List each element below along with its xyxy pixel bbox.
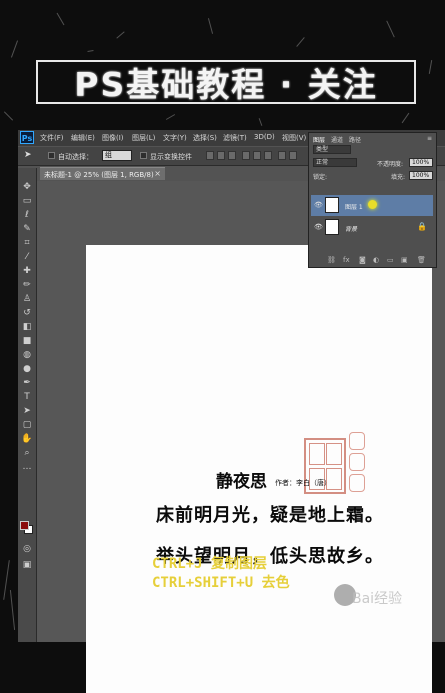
tutorial-banner-title: PS基础教程 · 关注 [36, 60, 416, 104]
auto-select-label: 自动选择： [58, 153, 93, 161]
healing-tool-icon[interactable]: ✚ [21, 266, 33, 276]
eye-icon[interactable]: 👁 [314, 201, 323, 209]
distribute-icon-2[interactable] [289, 151, 297, 160]
poem-line-1: 床前明月光，疑是地上霜。 [156, 505, 384, 526]
photoshop-logo-icon: Ps [20, 131, 34, 144]
layer-thumbnail [325, 219, 339, 235]
seal-stamp-image-2 [349, 432, 367, 494]
menu-type[interactable]: 文字(Y) [163, 133, 187, 143]
fx-icon[interactable]: fx [343, 256, 350, 264]
menu-select[interactable]: 选择(S) [193, 133, 217, 143]
eyedropper-tool-icon[interactable]: ⁄ [21, 252, 33, 262]
adjustment-icon[interactable]: ◐ [373, 256, 379, 264]
poem-author: 作者：李白（唐） [275, 479, 331, 487]
lasso-tool-icon[interactable]: ℓ [21, 210, 33, 220]
folder-icon[interactable]: ▭ [387, 256, 394, 264]
menu-3d[interactable]: 3D(D) [254, 133, 275, 141]
auto-select-checkbox[interactable] [48, 152, 55, 159]
layer-filter-dropdown[interactable]: 类型 [313, 145, 351, 154]
shortcut-hint-2: CTRL+SHIFT+U 去色 [152, 575, 290, 591]
show-transform-checkbox[interactable] [140, 152, 147, 159]
zoom-tool-icon[interactable]: ⌕ [21, 448, 33, 458]
layer-row-background[interactable]: 👁 背景 🔒 [311, 217, 433, 238]
move-tool-icon[interactable]: ➤ [24, 150, 32, 160]
auto-select-dropdown[interactable]: 组 [102, 150, 132, 161]
menu-image[interactable]: 图像(I) [102, 133, 124, 143]
eye-icon[interactable]: 👁 [314, 223, 323, 231]
fill-input[interactable]: 100% [409, 171, 433, 180]
eraser-tool-icon[interactable]: ◧ [21, 322, 33, 332]
dodge-tool-icon[interactable]: ● [21, 364, 33, 374]
menu-edit[interactable]: 编辑(E) [71, 133, 95, 143]
layer-row-layer-1[interactable]: 👁 图层 1 [311, 195, 433, 216]
layer-name: 背景 [345, 226, 358, 233]
show-transform-label: 显示变换控件 [150, 153, 192, 161]
align-top-icon[interactable] [206, 151, 214, 160]
shape-tool-icon[interactable]: ▢ [21, 420, 33, 430]
marquee-tool-icon[interactable]: ▭ [21, 196, 33, 206]
foreground-color-swatch[interactable] [20, 521, 29, 530]
more-tools-icon[interactable]: … [21, 462, 33, 472]
panel-menu-icon[interactable]: ≡ [427, 135, 432, 142]
align-center-icon[interactable] [253, 151, 261, 160]
hand-tool-icon[interactable]: ✋ [21, 434, 33, 444]
tab-paths[interactable]: 路径 [349, 135, 361, 144]
shortcut-hint-1: CTRL+J 复制图层 [152, 556, 268, 572]
layer-name: 图层 1 [345, 204, 363, 211]
quick-mask-icon[interactable]: ◎ [21, 544, 33, 554]
tab-layers[interactable]: 图层 [313, 135, 325, 144]
menu-layer[interactable]: 图层(L) [132, 133, 155, 143]
opacity-input[interactable]: 100% [409, 158, 433, 167]
brush-tool-icon[interactable]: ✏ [21, 280, 33, 290]
close-icon[interactable]: × [154, 169, 161, 178]
align-left-icon[interactable] [242, 151, 250, 160]
align-bottom-icon[interactable] [228, 151, 236, 160]
history-brush-tool-icon[interactable]: ↺ [21, 308, 33, 318]
document-tab-label: 未标题-1 @ 25% (图层 1, RGB/8) [44, 171, 154, 179]
clone-stamp-tool-icon[interactable]: ♙ [21, 294, 33, 304]
type-tool-icon[interactable]: T [21, 392, 33, 402]
trash-icon[interactable]: 🗑 [417, 256, 426, 264]
quick-select-tool-icon[interactable]: ✎ [21, 224, 33, 234]
mask-icon[interactable]: ◙ [359, 256, 366, 264]
link-icon[interactable]: ⛓ [327, 256, 336, 264]
cursor-highlight-icon [368, 200, 377, 209]
align-middle-icon[interactable] [217, 151, 225, 160]
tab-channels[interactable]: 通道 [331, 135, 343, 144]
menu-file[interactable]: 文件(F) [40, 133, 64, 143]
gradient-tool-icon[interactable]: ■ [21, 336, 33, 346]
watermark: Bai经验 [352, 591, 403, 607]
menu-view[interactable]: 视图(V) [282, 133, 306, 143]
align-right-icon[interactable] [264, 151, 272, 160]
fill-label: 填充: [391, 174, 406, 181]
blur-tool-icon[interactable]: ◍ [21, 350, 33, 360]
lock-label: 锁定: [313, 174, 328, 181]
layers-panel: 图层 通道 路径 ≡ 类型 正常 不透明度: 100% 锁定: 填充: 100%… [308, 132, 437, 268]
pen-tool-icon[interactable]: ✒ [21, 378, 33, 388]
layer-thumbnail [325, 197, 339, 213]
crop-tool-icon[interactable]: ⌗ [21, 238, 33, 248]
opacity-label: 不透明度: [377, 161, 404, 168]
menu-filter[interactable]: 滤镜(T) [223, 133, 247, 143]
poem-title: 静夜思 [216, 472, 267, 492]
path-select-tool-icon[interactable]: ➤ [21, 406, 33, 416]
tools-panel: ✥ ▭ ℓ ✎ ⌗ ⁄ ✚ ✏ ♙ ↺ ◧ ■ ◍ ● ✒ T ➤ ▢ ✋ ⌕ … [18, 168, 37, 642]
lock-icon: 🔒 [417, 222, 427, 231]
document-tab[interactable]: 未标题-1 @ 25% (图层 1, RGB/8) × [40, 167, 165, 180]
document-canvas[interactable]: 静夜思 作者：李白（唐） 床前明月光，疑是地上霜。 举头望明月，低头思故乡。 [86, 245, 432, 693]
blend-mode-dropdown[interactable]: 正常 [313, 158, 357, 167]
screen-mode-icon[interactable]: ▣ [21, 560, 33, 570]
move-tool-icon[interactable]: ✥ [21, 182, 33, 192]
new-layer-icon[interactable]: ▣ [401, 256, 408, 264]
distribute-icon[interactable] [278, 151, 286, 160]
